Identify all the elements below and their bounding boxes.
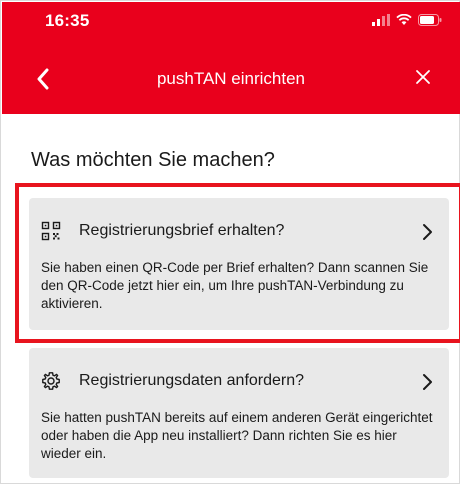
page-heading: Was möchten Sie machen? xyxy=(31,149,275,171)
option-title: Registrierungsdaten anfordern? xyxy=(79,372,305,389)
cellular-signal-icon xyxy=(372,14,390,26)
nav-bar: pushTAN einrichten xyxy=(2,42,460,114)
status-time: 16:35 xyxy=(45,11,90,30)
qr-code-icon xyxy=(41,221,61,241)
wifi-icon xyxy=(396,14,412,25)
close-icon xyxy=(416,70,430,84)
option-card-registration-letter[interactable]: Registrierungsbrief erhalten? Sie haben … xyxy=(29,198,449,330)
chevron-right-icon xyxy=(423,224,432,240)
option-card-request-registration-data[interactable]: Registrierungsdaten anfordern? Sie hatte… xyxy=(29,348,449,478)
chevron-right-icon xyxy=(423,374,432,390)
phone-frame: 16:35 pushTAN einrichten Was möchten Sie… xyxy=(0,0,460,484)
option-description: Sie haben einen QR-Code per Brief erhalt… xyxy=(41,260,429,311)
gear-icon xyxy=(42,372,60,390)
status-bar: 16:35 xyxy=(2,2,460,42)
status-icons xyxy=(372,14,442,26)
nav-title: pushTAN einrichten xyxy=(156,69,306,88)
option-title: Registrierungsbrief erhalten? xyxy=(79,222,285,239)
option-description: Sie hatten pushTAN bereits auf einem and… xyxy=(41,410,433,461)
close-button[interactable] xyxy=(412,66,434,88)
battery-icon xyxy=(418,14,442,26)
